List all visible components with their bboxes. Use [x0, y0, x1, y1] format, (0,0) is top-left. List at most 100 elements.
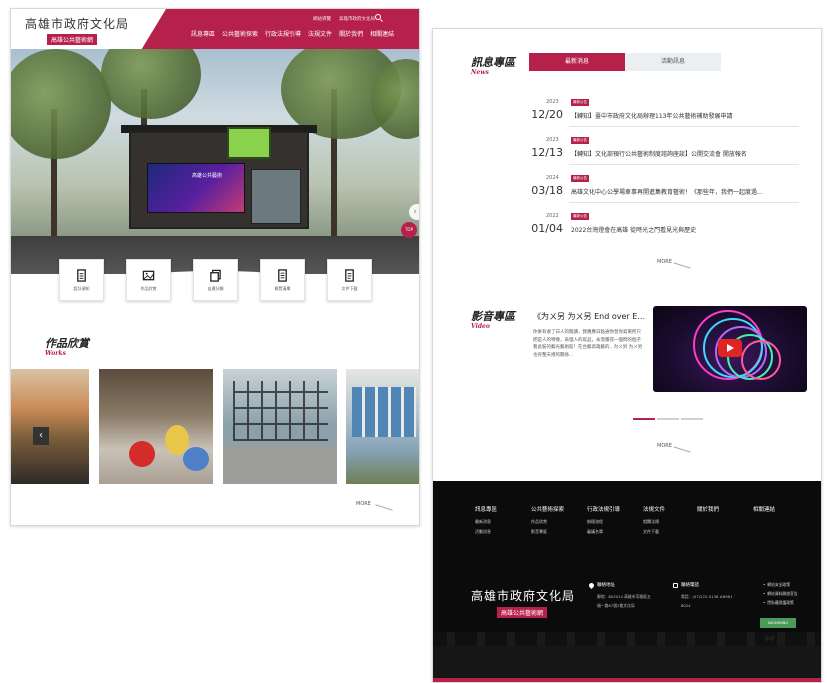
news-headline[interactable]: 高雄文化中心公學場車事再開進集教育藝術！《那些年，我們一起度過… [571, 187, 763, 196]
phone-line: 電話：(07)222-5136 #8961 · [681, 594, 735, 599]
site-footer: 訊息專區 最新消息 活動訊息 公共藝術探索 作品欣賞 影音專區 行政法規引導 辦… [433, 481, 821, 682]
news-badge: 最新公告 [571, 213, 589, 220]
footer-policy-link[interactable]: 隱私權保護政策 [763, 600, 794, 606]
back-to-top-button[interactable]: TOP [401, 222, 417, 238]
main-nav: 訊息專區 公共藝術探索 行政法規引導 法規文件 關於我們 相關連結 [191, 29, 394, 38]
news-date: 12/20 [531, 108, 563, 121]
footer-link[interactable]: 活動訊息 [475, 529, 491, 535]
footer-link[interactable]: 文件下載 [643, 529, 659, 535]
news-date: 01/04 [531, 222, 563, 235]
news-year: 2022 [546, 213, 559, 219]
nav-news[interactable]: 訊息專區 [191, 29, 215, 38]
footer-policy-link[interactable]: 網站安全政策 [763, 582, 790, 588]
hero-next-icon[interactable]: › [409, 204, 419, 220]
footer-heading[interactable]: 公共藝術探索 [531, 505, 564, 513]
artwork-sphere [129, 441, 155, 467]
quick-link-works[interactable]: 作品欣賞 [126, 259, 171, 301]
footer-link[interactable]: 最新消息 [475, 519, 491, 525]
homepage-bottom-preview: 訊息專區 News 最新消息 活動訊息 2023 12/20 最新公告 【轉知】… [432, 28, 822, 683]
works-more-link[interactable]: MORE [356, 501, 371, 507]
footer-cityscape [433, 632, 821, 678]
video-progress[interactable] [657, 418, 679, 420]
artwork-sphere [183, 447, 209, 471]
play-icon[interactable] [718, 339, 742, 357]
logo-script: 高雄市政府文化局 [25, 17, 130, 31]
phone-icon [673, 583, 678, 588]
video-player[interactable] [653, 306, 807, 392]
footer-heading[interactable]: 訊息專區 [475, 505, 497, 513]
footer-heading[interactable]: 相關連結 [753, 505, 775, 513]
accessibility-badge[interactable]: KAOHSIUNG [760, 618, 796, 628]
work-card[interactable] [11, 369, 89, 484]
homepage-top-preview: 高雄市政府文化局 高雄公共藝術網 網站導覽 高雄市政府文化局 訊息專區 公共藝術… [10, 8, 420, 526]
nav-about[interactable]: 關於我們 [339, 29, 363, 38]
footer-heading[interactable]: 行政法規引導 [587, 505, 620, 513]
nav-explore[interactable]: 公共藝術探索 [222, 29, 258, 38]
work-card[interactable] [223, 369, 337, 484]
footer-policy-link[interactable]: 網站資料開放宣告 [763, 591, 797, 597]
nav-regulations[interactable]: 行政法規引導 [265, 29, 301, 38]
work-card[interactable] [346, 369, 419, 484]
footer-heading[interactable]: 關於我們 [697, 505, 719, 513]
artwork-window-grid [233, 381, 328, 441]
video-progress[interactable] [681, 418, 703, 420]
news-headline[interactable]: 【轉知】文化部預行公共藝術制度諮詢座談】公開交流會 開放報名 [571, 149, 747, 158]
video-progress-active[interactable] [633, 418, 655, 420]
utility-links: 網站導覽 高雄市政府文化局 [313, 16, 375, 22]
quick-link-label: 作品欣賞 [140, 285, 157, 291]
green-sign [227, 127, 271, 159]
video-subtitle: Video [471, 323, 490, 330]
works-prev-icon[interactable]: ‹ [33, 427, 49, 445]
footer-link[interactable]: 作品欣賞 [531, 519, 547, 525]
nav-links[interactable]: 相關連結 [370, 29, 394, 38]
work-card[interactable] [99, 369, 213, 484]
quick-link-overview[interactable]: 概覽清單 [260, 259, 305, 301]
news-headline[interactable]: 2022台灣燈會在高雄 從時光之門看見光與歷史 [571, 225, 696, 234]
more-line [673, 262, 691, 269]
works-title: 作品欣賞 [45, 337, 89, 350]
news-badge: 最新公告 [571, 175, 589, 182]
culture-bureau-link[interactable]: 高雄市政府文化局 [339, 16, 375, 22]
shelter-screen: 高雄公共藝術 [147, 163, 245, 213]
nav-documents[interactable]: 法規文件 [308, 29, 332, 38]
news-headline[interactable]: 【轉知】臺中市政府文化局辦理113年公共藝術補助發展申請 [571, 111, 732, 120]
image-icon [142, 270, 155, 280]
address-heading: 聯絡地址 [597, 583, 615, 588]
footer-bottom-bar [433, 678, 821, 682]
news-subtitle: News [471, 69, 489, 76]
more-line [375, 504, 393, 511]
quick-link-categories[interactable]: 自遺分類 [193, 259, 238, 301]
footer-link[interactable]: 相關法規 [643, 519, 659, 525]
news-year: 2023 [546, 137, 559, 143]
shelter-panel [251, 169, 301, 224]
quick-links: 設計須知 作品欣賞 自遺分類 概覽清單 文件下載 [59, 259, 372, 301]
tab-latest-news[interactable]: 最新消息 [529, 53, 625, 71]
works-carousel [11, 369, 419, 484]
footer-link[interactable]: 審議名單 [587, 529, 603, 535]
tab-events[interactable]: 活動訊息 [625, 53, 721, 71]
sitemap-link[interactable]: 網站導覽 [313, 16, 331, 22]
quick-link-guidelines[interactable]: 設計須知 [59, 259, 104, 301]
quick-link-downloads[interactable]: 文件下載 [327, 259, 372, 301]
document-icon [77, 268, 86, 282]
footer-link[interactable]: 辦理流程 [587, 519, 603, 525]
footer-logo-sub: 高雄公共藝術網 [497, 607, 548, 618]
search-icon[interactable] [375, 14, 381, 20]
more-line [673, 446, 691, 453]
news-divider [569, 164, 799, 165]
video-more-link[interactable]: MORE [657, 443, 672, 449]
tree-canopy [11, 49, 111, 159]
news-more-link[interactable]: MORE [657, 259, 672, 265]
logo-sub: 高雄公共藝術網 [47, 34, 98, 45]
tree-canopy [101, 49, 201, 119]
footer-heading[interactable]: 法規文件 [643, 505, 665, 513]
news-date: 12/13 [531, 146, 563, 159]
list-icon [278, 268, 287, 282]
footer-logo[interactable]: 高雄市政府文化局 [471, 587, 575, 604]
address-line: 郵地：802014 高雄市苓雅區五 [597, 594, 651, 599]
quick-link-label: 文件下載 [341, 285, 358, 291]
phone-line: 8024 [681, 603, 691, 608]
video-headline[interactable]: 《为ㄨ另 为ㄨ另 End over E… [533, 311, 645, 322]
screen-text: 高雄公共藝術 [192, 173, 223, 179]
footer-link[interactable]: 影音專區 [531, 529, 547, 535]
